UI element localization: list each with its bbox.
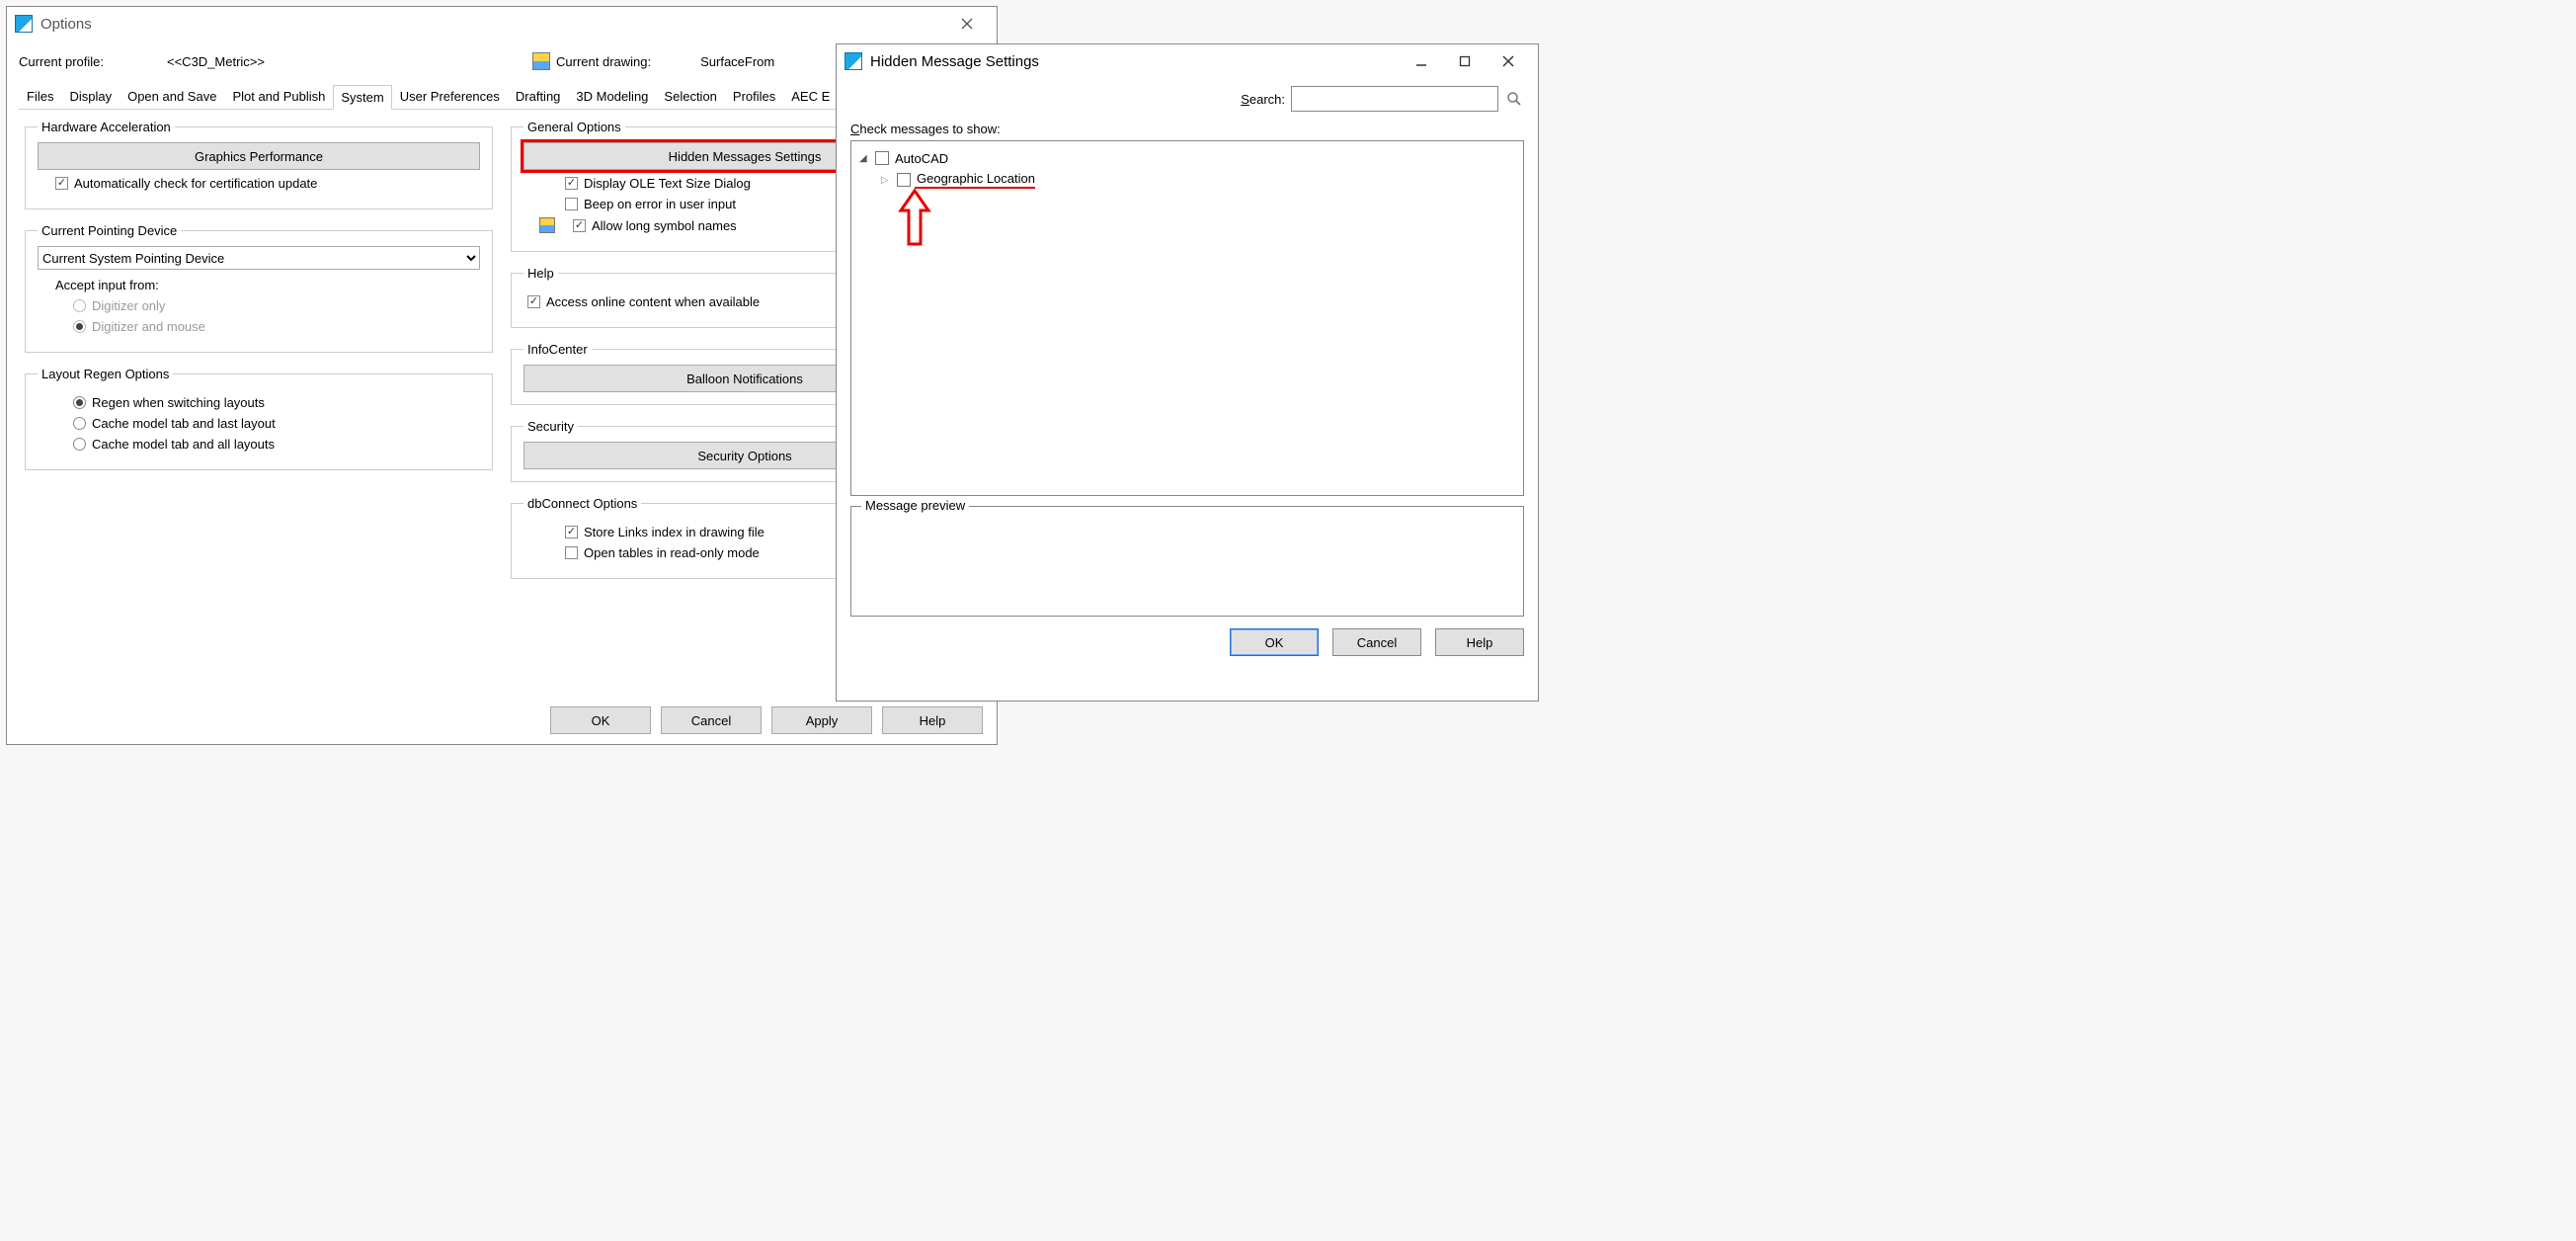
tab-3d-modeling[interactable]: 3D Modeling — [568, 84, 656, 109]
long-symbol-check[interactable] — [573, 219, 586, 232]
accept-input-label: Accept input from: — [38, 278, 480, 292]
current-drawing-value: SurfaceFrom — [700, 54, 774, 69]
options-buttons: OK Cancel Apply Help — [550, 706, 983, 734]
help-button[interactable]: Help — [882, 706, 983, 734]
tab-files[interactable]: Files — [19, 84, 61, 109]
infocenter-legend: InfoCenter — [523, 342, 592, 357]
cache-all-label: Cache model tab and all layouts — [92, 437, 275, 452]
tab-selection[interactable]: Selection — [656, 84, 724, 109]
digitizer-only-radio — [73, 299, 86, 312]
tab-plot-publish[interactable]: Plot and Publish — [224, 84, 333, 109]
cache-all-radio[interactable] — [73, 438, 86, 451]
current-profile-label: Current profile: — [19, 54, 167, 69]
search-input[interactable] — [1291, 86, 1498, 112]
drawing-icon — [532, 52, 550, 70]
options-titlebar: Options — [7, 7, 997, 41]
hms-titlebar: Hidden Message Settings — [837, 44, 1538, 78]
readonly-tables-label: Open tables in read-only mode — [584, 545, 760, 560]
cancel-button[interactable]: Cancel — [661, 706, 762, 734]
beep-label: Beep on error in user input — [584, 197, 736, 211]
minimize-icon[interactable] — [1400, 46, 1443, 76]
auto-cert-label: Automatically check for certification up… — [74, 176, 317, 191]
store-links-check[interactable] — [565, 526, 578, 538]
ole-dialog-label: Display OLE Text Size Dialog — [584, 176, 751, 191]
search-icon[interactable] — [1504, 89, 1524, 109]
hms-title: Hidden Message Settings — [870, 53, 1039, 70]
hms-buttons: OK Cancel Help — [850, 628, 1524, 656]
pointing-device-group: Current Pointing Device Current System P… — [25, 223, 493, 353]
close-icon[interactable] — [1487, 46, 1530, 76]
help-button[interactable]: Help — [1435, 628, 1524, 656]
tab-user-prefs[interactable]: User Preferences — [392, 84, 508, 109]
dbconnect-legend: dbConnect Options — [523, 496, 641, 511]
layout-regen-legend: Layout Regen Options — [38, 367, 173, 381]
expand-icon[interactable]: ▷ — [881, 175, 893, 186]
options-title: Options — [40, 16, 92, 33]
general-options-legend: General Options — [523, 120, 625, 134]
drawing-icon — [539, 217, 555, 233]
message-preview-label: Message preview — [861, 498, 969, 513]
digitizer-mouse-radio — [73, 320, 86, 333]
collapse-icon[interactable]: ◢ — [859, 153, 871, 164]
auto-cert-check[interactable] — [55, 177, 68, 190]
tab-open-save[interactable]: Open and Save — [120, 84, 224, 109]
online-content-label: Access online content when available — [546, 294, 760, 309]
pointing-device-combo[interactable]: Current System Pointing Device — [38, 246, 480, 270]
hidden-message-settings-window: Hidden Message Settings Search: Check me… — [836, 43, 1539, 702]
regen-switching-label: Regen when switching layouts — [92, 395, 265, 410]
hardware-accel-legend: Hardware Acceleration — [38, 120, 175, 134]
close-icon[interactable] — [945, 9, 989, 39]
help-legend: Help — [523, 266, 558, 281]
tree-root-checkbox[interactable] — [875, 151, 889, 165]
search-label: Search: — [1241, 92, 1285, 107]
tree-child-label: Geographic Location — [915, 171, 1035, 189]
tab-aec[interactable]: AEC E — [783, 84, 838, 109]
ole-dialog-check[interactable] — [565, 177, 578, 190]
message-preview-box: Message preview — [850, 506, 1524, 617]
arrow-annotation — [897, 191, 932, 253]
current-profile-value: <<C3D_Metric>> — [167, 54, 532, 69]
beep-check[interactable] — [565, 198, 578, 210]
hardware-accel-group: Hardware Acceleration Graphics Performan… — [25, 120, 493, 209]
regen-switching-radio[interactable] — [73, 396, 86, 409]
tab-system[interactable]: System — [333, 85, 391, 110]
check-messages-label: Check messages to show: — [850, 122, 1524, 136]
app-icon — [845, 52, 862, 70]
current-drawing-label: Current drawing: — [556, 54, 651, 69]
cache-last-radio[interactable] — [73, 417, 86, 430]
long-symbol-label: Allow long symbol names — [592, 218, 737, 233]
digitizer-only-label: Digitizer only — [92, 298, 165, 313]
apply-button[interactable]: Apply — [771, 706, 872, 734]
online-content-check[interactable] — [527, 295, 540, 308]
layout-regen-group: Layout Regen Options Regen when switchin… — [25, 367, 493, 470]
tree-child-row[interactable]: ▷ Geographic Location — [859, 169, 1515, 191]
store-links-label: Store Links index in drawing file — [584, 525, 765, 539]
digitizer-mouse-label: Digitizer and mouse — [92, 319, 205, 334]
ok-button[interactable]: OK — [1230, 628, 1319, 656]
ok-button[interactable]: OK — [550, 706, 651, 734]
pointing-device-legend: Current Pointing Device — [38, 223, 181, 238]
messages-tree[interactable]: ◢ AutoCAD ▷ Geographic Location — [850, 140, 1524, 496]
tree-root-row[interactable]: ◢ AutoCAD — [859, 147, 1515, 169]
graphics-performance-button[interactable]: Graphics Performance — [38, 142, 480, 170]
tree-root-label: AutoCAD — [893, 151, 948, 166]
cancel-button[interactable]: Cancel — [1332, 628, 1421, 656]
app-icon — [15, 15, 33, 33]
tab-drafting[interactable]: Drafting — [508, 84, 569, 109]
readonly-tables-check[interactable] — [565, 546, 578, 559]
cache-last-label: Cache model tab and last layout — [92, 416, 276, 431]
tab-profiles[interactable]: Profiles — [725, 84, 783, 109]
tree-child-checkbox[interactable] — [897, 173, 911, 187]
tab-display[interactable]: Display — [61, 84, 120, 109]
maximize-icon[interactable] — [1443, 46, 1487, 76]
security-legend: Security — [523, 419, 578, 434]
